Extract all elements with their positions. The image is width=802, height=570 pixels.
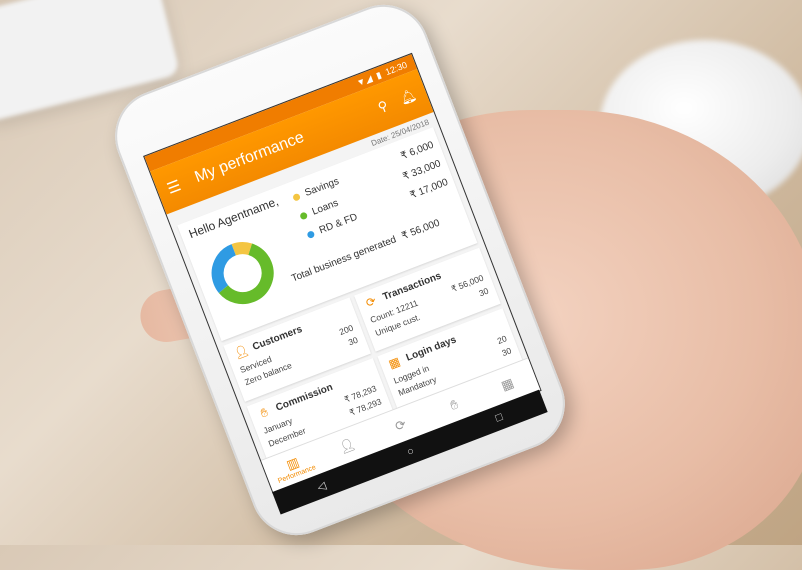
- transactions-icon: ⟳: [363, 293, 379, 311]
- user-icon: 👤︎: [336, 435, 358, 456]
- legend-dot: [291, 192, 301, 202]
- commission-icon: ✋︎: [258, 404, 270, 421]
- login-row1-value: 20: [495, 333, 509, 346]
- calendar-icon: ▦: [386, 354, 403, 372]
- customers-row2-value: 30: [346, 334, 360, 348]
- bell-icon[interactable]: 🔔︎: [398, 87, 419, 108]
- total-amount: ₹ 56,000: [400, 217, 442, 243]
- legend-dot: [299, 210, 309, 220]
- commission-icon: ✋︎: [447, 396, 461, 413]
- back-icon[interactable]: ◁: [315, 478, 328, 493]
- transactions-row2-value: 30: [477, 285, 490, 299]
- recent-apps-icon[interactable]: □: [494, 411, 505, 425]
- total-label: Total business generated: [290, 234, 398, 285]
- hamburger-icon[interactable]: ☰: [164, 173, 191, 198]
- battery-icon: ▮: [374, 69, 383, 81]
- calendar-icon: ▦: [498, 374, 516, 394]
- user-icon: 👤︎: [231, 342, 251, 362]
- login-row2-value: 30: [500, 345, 513, 359]
- legend-dot: [306, 229, 316, 239]
- home-icon[interactable]: ○: [405, 445, 416, 459]
- business-donut-chart: [211, 242, 274, 305]
- transactions-icon: ⟳: [392, 416, 409, 435]
